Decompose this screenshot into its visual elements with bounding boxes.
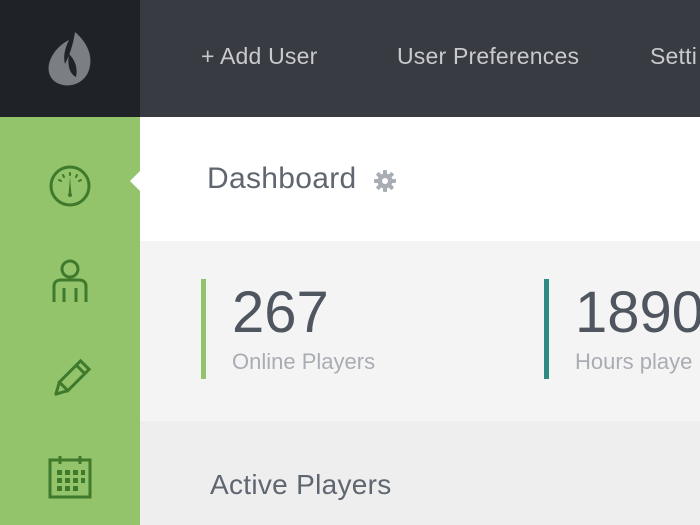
top-nav: + Add User User Preferences Setti xyxy=(140,0,700,117)
stat-accent-bar xyxy=(544,279,549,379)
active-indicator xyxy=(130,171,140,191)
sidebar-item-dashboard[interactable] xyxy=(0,146,140,226)
user-icon xyxy=(52,259,88,302)
add-user-link[interactable]: + Add User xyxy=(201,0,317,117)
stats-band: 267 Online Players 1890 Hours playe xyxy=(140,241,700,421)
page-title: Dashboard xyxy=(207,162,357,195)
calendar-icon xyxy=(48,456,92,499)
section-title: Active Players xyxy=(210,469,392,500)
page-header: Dashboard xyxy=(140,117,700,241)
active-players-section: Active Players xyxy=(140,421,700,525)
sidebar-item-users[interactable] xyxy=(0,242,140,322)
pencil-icon xyxy=(54,358,92,396)
sidebar-item-edit[interactable] xyxy=(0,340,140,420)
gauge-icon xyxy=(49,165,91,207)
stat-label: Hours playe xyxy=(575,349,693,374)
settings-link[interactable]: Setti xyxy=(650,0,697,117)
stat-hours-played: 1890 Hours playe xyxy=(544,279,700,379)
stat-accent-bar xyxy=(201,279,206,379)
leaf-logo-icon xyxy=(48,31,91,85)
sidebar-item-calendar[interactable] xyxy=(0,437,140,517)
stat-value: 267 xyxy=(232,280,329,345)
stat-label: Online Players xyxy=(232,349,376,374)
sidebar xyxy=(0,117,140,525)
gear-icon[interactable] xyxy=(373,169,397,193)
user-preferences-link[interactable]: User Preferences xyxy=(397,0,579,117)
logo-area[interactable] xyxy=(0,0,140,117)
stat-online-players: 267 Online Players xyxy=(201,279,375,379)
stat-value: 1890 xyxy=(575,280,700,345)
